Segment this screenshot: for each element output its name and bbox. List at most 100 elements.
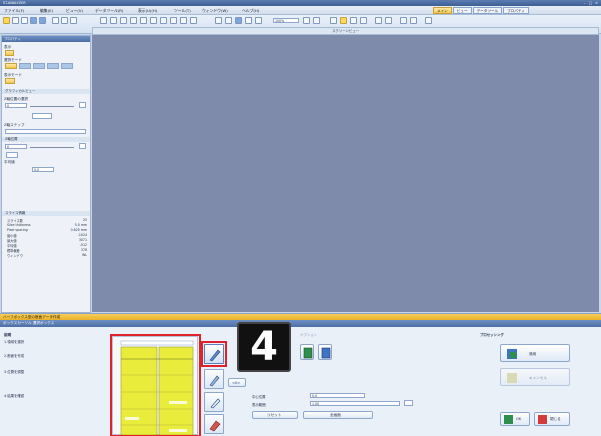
average-field[interactable]: 0.0 <box>32 167 54 172</box>
browse-button[interactable] <box>404 400 413 406</box>
redo-icon[interactable] <box>39 17 46 24</box>
field2-input[interactable]: 1.00 <box>310 401 400 406</box>
tab-main[interactable]: メイン <box>433 7 452 14</box>
camera-icon[interactable] <box>400 17 407 24</box>
eraser-tool-button[interactable] <box>204 414 224 434</box>
zoom-in-icon[interactable] <box>215 17 222 24</box>
fullscreen-label: 全画面 <box>330 413 341 417</box>
pan-icon[interactable] <box>235 17 242 24</box>
zoom-field[interactable]: 100% <box>273 18 299 23</box>
highlight-frame-tool <box>201 341 227 367</box>
fullscreen-button[interactable]: 全画面 <box>303 411 373 419</box>
cube-icon[interactable] <box>385 17 392 24</box>
sort-icon[interactable] <box>360 17 367 24</box>
menu-item[interactable]: データツール(R) <box>95 8 123 14</box>
new-icon[interactable] <box>3 17 10 24</box>
highlight-icon[interactable] <box>340 17 347 24</box>
minimize-icon[interactable]: – <box>582 1 587 5</box>
menu-item[interactable]: 表示(U)(H) <box>138 8 157 14</box>
pipette-icon <box>210 398 221 409</box>
green-shape-button-2[interactable] <box>318 344 332 360</box>
field1-label: 中心位置 <box>252 395 266 399</box>
menu-item[interactable]: ファイル(F) <box>4 8 24 14</box>
print-icon[interactable] <box>170 17 177 24</box>
tab-properties[interactable]: プロパティ <box>503 7 529 14</box>
mode-button-3[interactable] <box>33 63 45 69</box>
reset-label: リセット <box>267 413 282 417</box>
position-spin[interactable] <box>79 102 86 108</box>
view-icon[interactable] <box>303 17 310 24</box>
save-icon[interactable] <box>21 17 28 24</box>
menu-item[interactable]: ビュー(V) <box>66 8 83 14</box>
undo-icon[interactable] <box>30 17 37 24</box>
video-icon[interactable] <box>410 17 417 24</box>
cancel-processing-label: キャンセル <box>529 376 547 380</box>
fit-icon[interactable] <box>255 17 262 24</box>
menu-item[interactable]: 編集(E) <box>40 8 53 14</box>
z-reset-button[interactable] <box>6 152 18 158</box>
z-spin[interactable] <box>79 143 86 149</box>
options-caption: オプション <box>300 333 317 337</box>
mode-button-1[interactable] <box>5 63 17 69</box>
cut-icon[interactable] <box>52 17 59 24</box>
export-icon[interactable] <box>160 17 167 24</box>
mode-button-4[interactable] <box>47 63 59 69</box>
close-icon[interactable]: × <box>594 1 599 5</box>
help-icon[interactable] <box>190 17 197 24</box>
mode-button-5[interactable] <box>61 63 73 69</box>
green-shape-button-1[interactable] <box>300 344 314 360</box>
display-mode-button[interactable] <box>5 78 15 84</box>
section-header: グラフィカルビュー <box>2 89 90 94</box>
apply-button[interactable]: 適用 <box>500 344 570 362</box>
display-toggle[interactable] <box>5 50 14 56</box>
z-slider[interactable] <box>30 147 74 148</box>
description-text: 1.領域を選択 <box>4 340 25 344</box>
position-field[interactable]: 0 <box>5 103 27 108</box>
list-icon[interactable] <box>350 17 357 24</box>
ruler-icon[interactable] <box>425 17 432 24</box>
z-position-field[interactable]: 0 <box>5 144 27 149</box>
close-button[interactable]: 閉じる <box>534 412 570 426</box>
zoom-out-icon[interactable] <box>225 17 232 24</box>
step-field[interactable] <box>5 129 86 134</box>
field1-input[interactable]: 0.0 <box>310 393 365 398</box>
bottom-panel: ハーフボックス型の断面データ作成 ボックスカーソル 選択ボックス 説明 1.領域… <box>0 313 601 436</box>
apply-small-button[interactable] <box>32 113 52 119</box>
arrow-label: <0> <box>232 381 241 385</box>
maximize-icon[interactable]: □ <box>588 1 593 5</box>
brush-icon <box>209 375 220 387</box>
stat-label: ウィンドウ <box>7 254 23 258</box>
settings-icon[interactable] <box>180 17 187 24</box>
measure-icon[interactable] <box>120 17 127 24</box>
grid-icon[interactable] <box>100 17 107 24</box>
pipette-tool-button[interactable] <box>204 392 224 412</box>
menu-item[interactable]: ツール(T) <box>174 8 191 14</box>
window-icon[interactable] <box>330 17 337 24</box>
shape-icon <box>303 347 313 359</box>
arrow-button[interactable]: <0> <box>228 378 246 387</box>
mode-button-2[interactable] <box>19 63 31 69</box>
stat-label: Pixel spacing <box>7 228 28 232</box>
brush-tool-button[interactable] <box>204 369 224 389</box>
rotate-icon[interactable] <box>245 17 252 24</box>
menu-item[interactable]: ヘルプ(H) <box>242 8 259 14</box>
open-icon[interactable] <box>12 17 19 24</box>
table-icon[interactable] <box>150 17 157 24</box>
slice-icon[interactable] <box>313 17 320 24</box>
tab-data-tools[interactable]: データツール <box>472 7 503 14</box>
reset-button[interactable]: リセット <box>252 411 298 419</box>
position-slider[interactable] <box>30 106 74 107</box>
panel-subheader: ボックスカーソル 選択ボックス <box>0 320 601 327</box>
tab-view[interactable]: ビュー <box>452 7 472 14</box>
ok-button[interactable]: OK <box>500 412 530 426</box>
chart-icon[interactable] <box>140 17 147 24</box>
paste-icon[interactable] <box>70 17 77 24</box>
layer-icon[interactable] <box>110 17 117 24</box>
menu-item[interactable]: ウィンドウ(W) <box>202 8 228 14</box>
cancel-processing-button[interactable]: キャンセル <box>500 368 570 386</box>
filter-icon[interactable] <box>130 17 137 24</box>
box-icon[interactable] <box>375 17 382 24</box>
close-label: 閉じる <box>550 417 561 421</box>
copy-icon[interactable] <box>61 17 68 24</box>
main-canvas[interactable] <box>92 35 599 312</box>
